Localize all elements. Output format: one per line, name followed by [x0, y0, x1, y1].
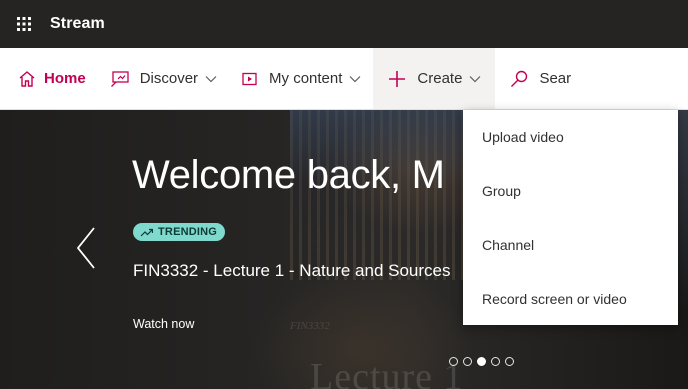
menu-item-upload-video[interactable]: Upload video: [463, 110, 678, 164]
carousel-dot[interactable]: [491, 357, 500, 366]
nav-home-label: Home: [44, 70, 86, 87]
app-title[interactable]: Stream: [50, 15, 105, 33]
watch-now-link[interactable]: Watch now: [133, 317, 194, 331]
welcome-heading: Welcome back, M: [132, 153, 445, 197]
plus-icon: [389, 70, 406, 87]
carousel-dots: [449, 357, 514, 366]
menu-item-group[interactable]: Group: [463, 164, 678, 218]
nav-create[interactable]: Create: [373, 48, 496, 109]
carousel-dot[interactable]: [463, 357, 472, 366]
discover-icon: [110, 70, 129, 87]
chevron-down-icon: [470, 75, 481, 82]
carousel-dot-active[interactable]: [477, 357, 486, 366]
nav-discover[interactable]: Discover: [98, 48, 229, 109]
carousel-prev-icon[interactable]: [74, 225, 98, 271]
chevron-down-icon: [349, 75, 361, 82]
hero-watermark-small: FIN3332: [290, 320, 330, 332]
hero-watermark-big: Lecture 1: [310, 356, 464, 389]
carousel-dot[interactable]: [505, 357, 514, 366]
menu-item-channel[interactable]: Channel: [463, 218, 678, 272]
video-title-link[interactable]: FIN3332 - Lecture 1 - Nature and Sources: [133, 260, 463, 281]
search-label: Sear: [539, 70, 572, 87]
carousel-dot[interactable]: [449, 357, 458, 366]
nav-my-content[interactable]: My content: [229, 48, 373, 109]
nav-home[interactable]: Home: [0, 48, 98, 109]
home-icon: [19, 70, 35, 87]
trending-icon: [140, 228, 153, 236]
nav-my-content-label: My content: [269, 70, 343, 87]
trending-label: TRENDING: [158, 226, 218, 238]
menu-item-record-screen[interactable]: Record screen or video: [463, 272, 678, 326]
nav-search[interactable]: Sear: [495, 48, 583, 109]
nav-create-label: Create: [417, 70, 463, 87]
waffle-icon[interactable]: [0, 0, 48, 48]
trending-badge: TRENDING: [133, 223, 226, 241]
chevron-down-icon: [205, 75, 217, 82]
video-icon: [242, 72, 257, 85]
top-bar: Stream: [0, 0, 688, 48]
create-dropdown-menu: Upload video Group Channel Record screen…: [463, 110, 678, 325]
search-icon: [511, 70, 528, 87]
main-nav: Home Discover My content Create Sear: [0, 48, 688, 110]
nav-discover-label: Discover: [139, 70, 199, 87]
